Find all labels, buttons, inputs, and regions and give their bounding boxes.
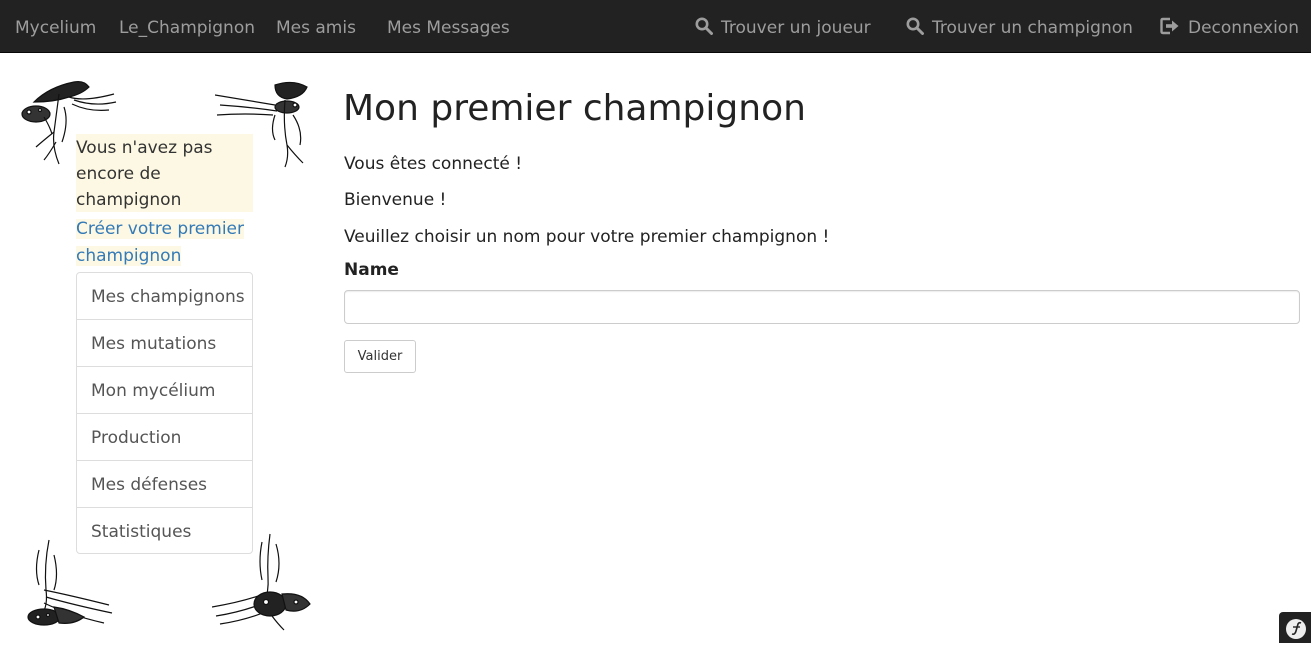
sidebar-item-mon-mycelium[interactable]: Mon mycélium xyxy=(77,367,252,414)
submit-button[interactable]: Valider xyxy=(344,340,416,373)
create-first-mushroom-link[interactable]: Créer votre premier champignon xyxy=(76,216,256,270)
sidebar-item-mes-champignons[interactable]: Mes champignons xyxy=(77,273,252,320)
nav-mes-amis[interactable]: Mes amis xyxy=(276,0,356,53)
search-icon xyxy=(906,17,924,35)
nav-mes-messages[interactable]: Mes Messages xyxy=(387,0,510,53)
nav-find-player[interactable]: Trouver un joueur xyxy=(695,0,871,53)
nav-le-champignon[interactable]: Le_Champignon xyxy=(119,0,255,53)
nav-find-mushroom[interactable]: Trouver un champignon xyxy=(906,0,1133,53)
nav-logout[interactable]: Deconnexion xyxy=(1160,0,1299,53)
welcome-message: Bienvenue ! xyxy=(344,190,446,210)
sidebar-item-mes-defenses[interactable]: Mes défenses xyxy=(77,461,252,508)
sidebar-item-mes-mutations[interactable]: Mes mutations xyxy=(77,320,252,367)
sidebar-item-production[interactable]: Production xyxy=(77,414,252,461)
find-mushroom-label: Trouver un champignon xyxy=(932,18,1133,38)
find-player-label: Trouver un joueur xyxy=(721,18,871,38)
page-title: Mon premier champignon xyxy=(343,88,806,129)
symfony-icon xyxy=(1279,612,1311,643)
search-icon xyxy=(695,17,713,35)
name-input[interactable] xyxy=(344,290,1300,324)
no-mushroom-notice: Vous n'avez pas encore de champignon xyxy=(76,134,253,212)
logout-label: Deconnexion xyxy=(1188,18,1299,38)
symfony-toolbar-toggle[interactable] xyxy=(1279,612,1311,643)
nav-mycelium[interactable]: Mycelium xyxy=(15,0,96,53)
instruction-message: Veuillez choisir un nom pour votre premi… xyxy=(344,227,829,247)
sidebar-menu: Mes champignons Mes mutations Mon mycéli… xyxy=(76,272,253,554)
sidebar-item-statistiques[interactable]: Statistiques xyxy=(77,508,252,553)
create-link-label: Créer votre premier champignon xyxy=(76,219,244,266)
top-navbar: Mycelium Le_Champignon Mes amis Mes Mess… xyxy=(0,0,1311,53)
connected-message: Vous êtes connecté ! xyxy=(344,154,522,174)
logout-icon xyxy=(1160,17,1180,35)
name-label: Name xyxy=(344,260,399,280)
